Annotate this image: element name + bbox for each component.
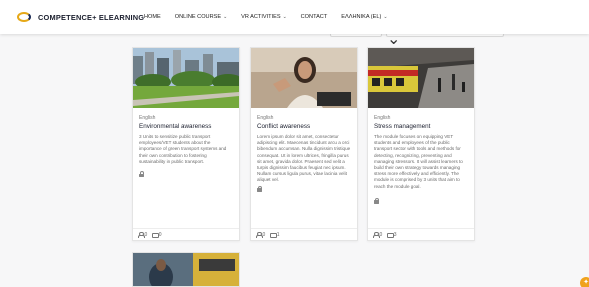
course-description: The module focuses on equipping VET stud… — [374, 134, 463, 189]
nav-language[interactable]: ΕΛΛΗΝΙΚΑ (EL) ⌄ — [341, 14, 387, 20]
chevron-down-icon: ⌄ — [282, 14, 287, 20]
course-language: English — [257, 115, 274, 121]
lock-icon — [257, 185, 262, 192]
course-stats: 0 0 — [133, 228, 239, 240]
course-image — [133, 253, 239, 286]
course-title[interactable]: Environmental awareness — [139, 123, 233, 130]
nav-home[interactable]: HOME — [144, 14, 161, 20]
course-language: English — [139, 115, 156, 121]
nav-label: CONTACT — [300, 14, 328, 20]
top-navbar: COMPETENCE+ ELEARNING HOME ONLINE COURSE… — [0, 0, 589, 34]
logo-icon — [17, 11, 31, 23]
site-logo[interactable]: COMPETENCE+ ELEARNING — [17, 11, 144, 23]
comment-icon — [152, 232, 160, 238]
course-description: Lorem ipsum dolor sit amet, consectetur … — [257, 134, 351, 183]
user-icon — [256, 232, 263, 238]
lock-icon — [139, 171, 144, 178]
course-image — [251, 48, 357, 108]
nav-label: VR ACTIVITIES — [241, 14, 281, 20]
course-card[interactable]: English Environmental awareness 3 Units … — [132, 47, 240, 241]
participant-count: 0 — [262, 231, 266, 238]
nav-online-course[interactable]: ONLINE COURSE ⌄ — [175, 14, 227, 20]
participant-count: 0 — [379, 231, 383, 238]
course-card[interactable] — [132, 252, 240, 287]
course-stats: 0 1 — [251, 228, 357, 240]
comment-count: 3 — [393, 231, 397, 238]
participant-count: 0 — [144, 231, 148, 238]
nav-vr-activities[interactable]: VR ACTIVITIES ⌄ — [241, 14, 287, 20]
comment-count: 1 — [276, 231, 280, 238]
course-title[interactable]: Stress management — [374, 123, 468, 130]
course-card[interactable]: English Conflict awareness Lorem ipsum d… — [250, 47, 358, 241]
user-icon — [138, 232, 145, 238]
comment-icon — [270, 232, 278, 238]
lock-icon — [374, 197, 379, 204]
course-title[interactable]: Conflict awareness — [257, 123, 351, 130]
comment-icon — [387, 232, 395, 238]
course-image — [368, 48, 474, 108]
course-description: 3 Units to sensitize public transport em… — [139, 134, 227, 164]
logo-text: COMPETENCE+ ELEARNING — [38, 12, 145, 22]
course-card[interactable]: English Stress management The module foc… — [367, 47, 475, 241]
main-nav: HOME ONLINE COURSE ⌄ VR ACTIVITIES ⌄ CONTA… — [144, 14, 401, 20]
nav-contact[interactable]: CONTACT — [301, 14, 328, 20]
chevron-down-icon: ⌄ — [223, 14, 228, 20]
course-stats: 0 3 — [368, 228, 474, 240]
comment-count: 0 — [158, 231, 162, 238]
user-icon — [373, 232, 380, 238]
nav-label: HOME — [144, 14, 161, 20]
chat-widget-button[interactable]: ✦ — [580, 277, 589, 287]
nav-label: ΕΛΛΗΝΙΚΑ (EL) — [341, 14, 382, 20]
course-language: English — [374, 115, 391, 121]
course-image — [133, 48, 239, 108]
chevron-down-icon: ⌄ — [383, 14, 388, 20]
nav-label: ONLINE COURSE — [174, 14, 222, 20]
